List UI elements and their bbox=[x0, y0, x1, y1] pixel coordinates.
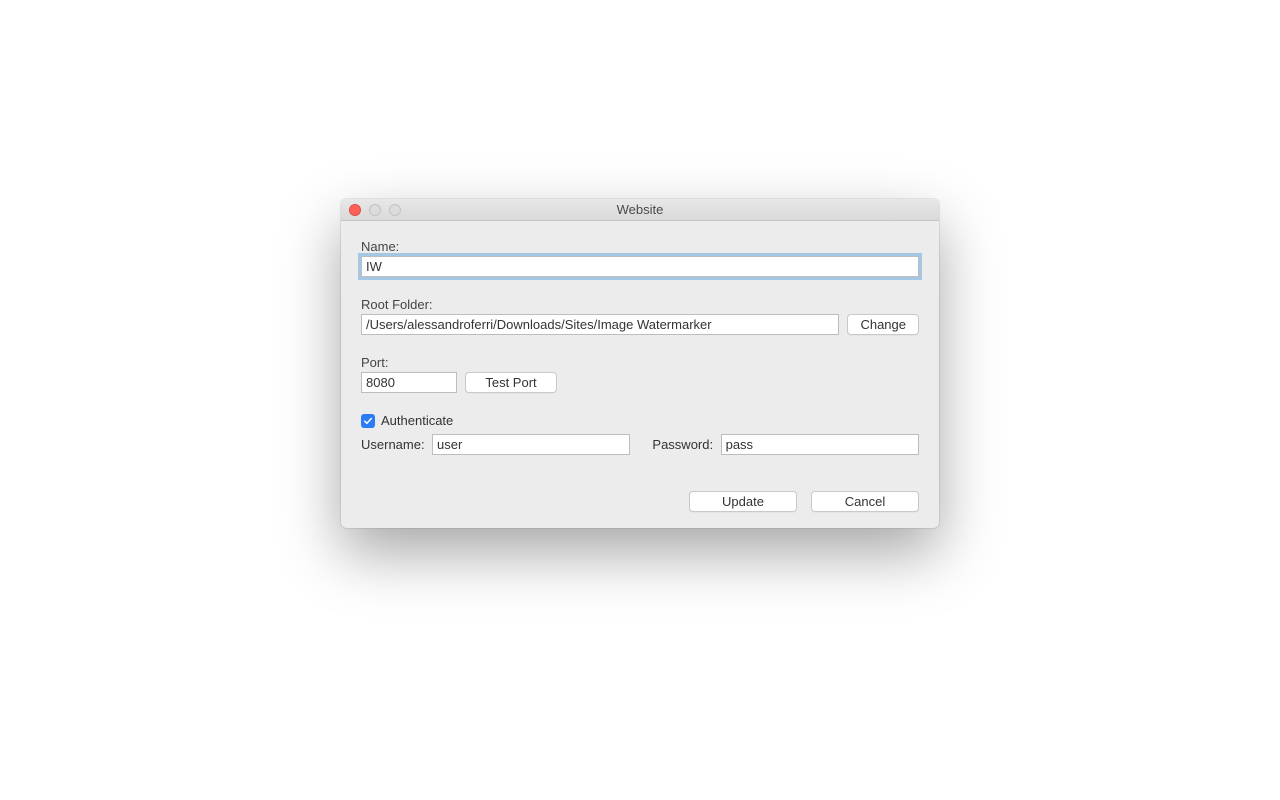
change-folder-button[interactable]: Change bbox=[847, 314, 919, 335]
titlebar: Website bbox=[341, 199, 939, 221]
username-input[interactable] bbox=[432, 434, 630, 455]
test-port-button[interactable]: Test Port bbox=[465, 372, 557, 393]
website-config-window: Website Name: Root Folder: Change Port: … bbox=[341, 199, 939, 528]
port-group: Port: Test Port bbox=[361, 355, 919, 393]
authenticate-checkbox[interactable] bbox=[361, 414, 375, 428]
window-title: Website bbox=[341, 202, 939, 217]
cancel-button[interactable]: Cancel bbox=[811, 491, 919, 512]
auth-group: Authenticate Username: Password: bbox=[361, 413, 919, 455]
name-group: Name: bbox=[361, 239, 919, 277]
name-label: Name: bbox=[361, 239, 919, 254]
root-folder-group: Root Folder: Change bbox=[361, 297, 919, 335]
name-input[interactable] bbox=[361, 256, 919, 277]
port-input[interactable] bbox=[361, 372, 457, 393]
dialog-footer: Update Cancel bbox=[361, 491, 919, 512]
content-area: Name: Root Folder: Change Port: Test Por… bbox=[341, 221, 939, 528]
root-folder-label: Root Folder: bbox=[361, 297, 919, 312]
password-input[interactable] bbox=[721, 434, 919, 455]
root-folder-input[interactable] bbox=[361, 314, 839, 335]
authenticate-label: Authenticate bbox=[381, 413, 453, 428]
username-label: Username: bbox=[361, 437, 424, 452]
port-label: Port: bbox=[361, 355, 919, 370]
check-icon bbox=[363, 416, 373, 426]
update-button[interactable]: Update bbox=[689, 491, 797, 512]
password-label: Password: bbox=[652, 437, 712, 452]
